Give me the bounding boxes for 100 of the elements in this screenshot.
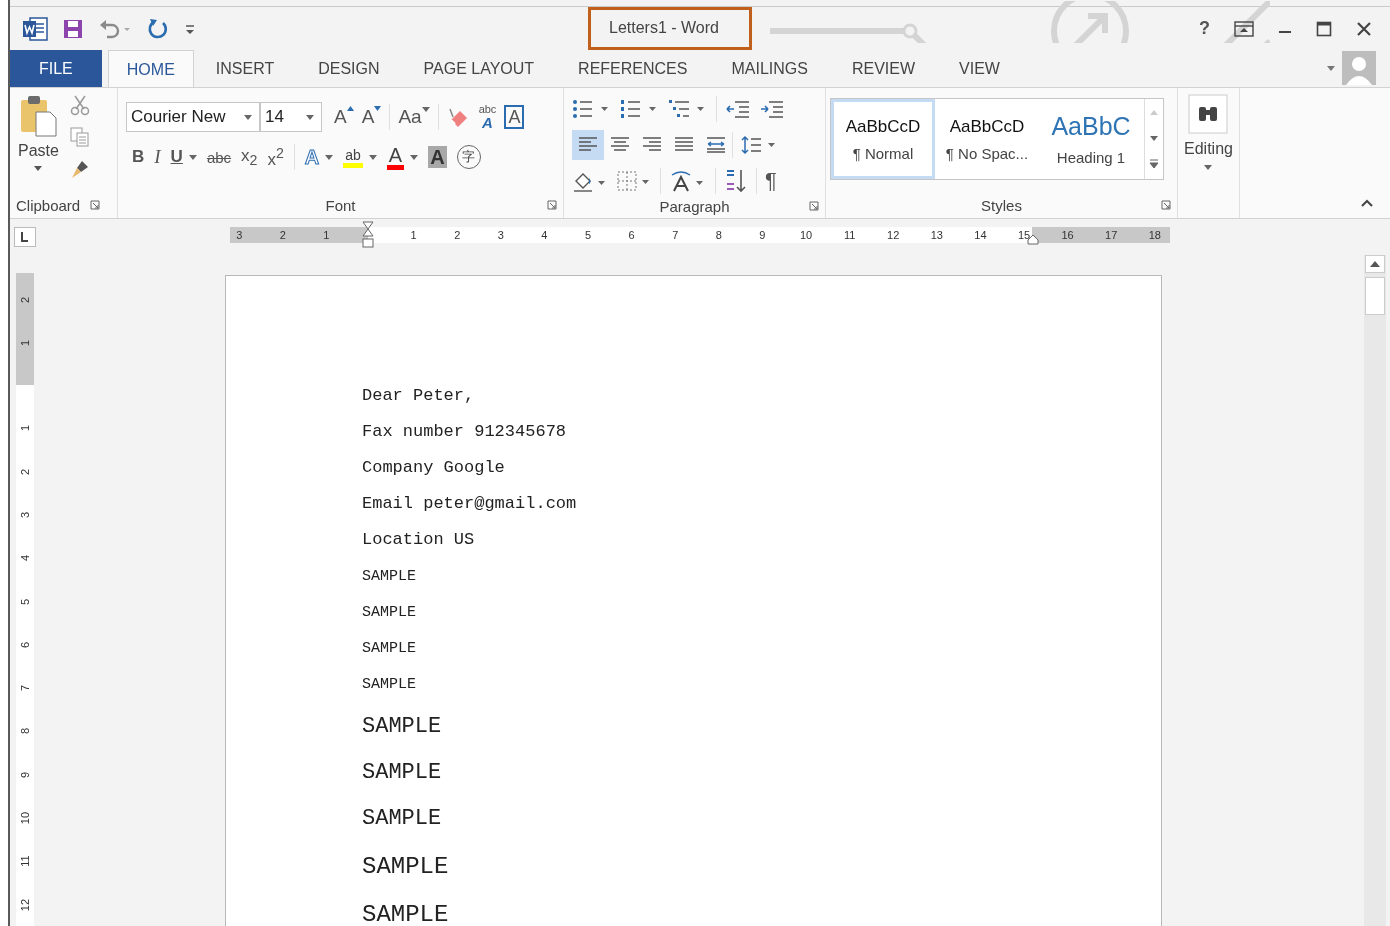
caret-icon <box>1204 164 1213 170</box>
ribbon-tab[interactable]: DESIGN <box>296 50 402 87</box>
scroll-up-icon[interactable] <box>1365 255 1385 273</box>
ruler-number: 5 <box>584 228 592 243</box>
ruler-number: 4 <box>541 228 548 243</box>
grow-font-button[interactable]: A <box>334 106 354 128</box>
collapse-ribbon-icon[interactable] <box>1360 198 1374 208</box>
ruler-number: 8 <box>19 727 31 737</box>
ruler-number: 7 <box>19 684 31 694</box>
change-case-button[interactable]: Aa <box>398 106 430 128</box>
align-justify-icon <box>673 136 695 154</box>
ruler-number: 6 <box>19 640 31 650</box>
document-line: Company Google <box>362 458 506 478</box>
style-item[interactable]: AaBbCcD ¶ Normal <box>831 99 935 179</box>
paste-icon <box>18 94 59 138</box>
ribbon-tab[interactable]: REFERENCES <box>556 50 710 87</box>
format-button[interactable]: x$_{2}$ <box>241 145 258 169</box>
indent-marker-icon[interactable] <box>362 221 374 251</box>
font-color-button[interactable]: A <box>386 144 419 170</box>
increase-indent-icon[interactable] <box>759 99 785 119</box>
help-button[interactable]: ? <box>1199 18 1210 39</box>
dialog-launcher-icon[interactable] <box>547 200 557 210</box>
caret-icon[interactable] <box>1326 64 1336 72</box>
phonetic-guide-button[interactable]: abc A <box>478 104 497 130</box>
text-effects-button[interactable]: A <box>304 146 334 168</box>
show-formatting-marks-button[interactable]: ¶ <box>765 168 777 194</box>
document-line: SAMPLE <box>362 604 417 622</box>
line-spacing-icon[interactable] <box>741 134 777 156</box>
borders-icon[interactable] <box>616 170 652 192</box>
document-line: Email peter@gmail.com <box>362 494 578 514</box>
word-logo-icon[interactable] <box>22 16 48 41</box>
highlight-button[interactable]: ab <box>343 146 377 168</box>
ruler-number: 12 <box>887 228 900 243</box>
sort-icon[interactable] <box>724 168 748 194</box>
font-size-field[interactable]: 14 <box>260 102 322 132</box>
align-left-button[interactable] <box>572 130 604 160</box>
document-line: SAMPLE <box>362 902 450 926</box>
save-icon[interactable] <box>62 17 84 40</box>
align-center-icon <box>609 136 631 154</box>
document-line: SAMPLE <box>362 760 443 786</box>
format-button[interactable]: abc <box>206 148 232 166</box>
format-button[interactable]: B <box>132 147 145 167</box>
close-icon[interactable] <box>1356 20 1372 37</box>
dialog-launcher-icon[interactable] <box>90 200 101 210</box>
ruler-number: 9 <box>19 770 31 780</box>
dialog-launcher-icon[interactable] <box>1161 200 1171 210</box>
dialog-launcher-icon[interactable] <box>809 201 819 211</box>
ribbon-tab[interactable]: PAGE LAYOUT <box>401 50 557 87</box>
undo-icon[interactable] <box>98 17 132 40</box>
ruler-number: 3 <box>497 228 504 243</box>
decrease-indent-icon[interactable] <box>725 99 751 119</box>
binoculars-icon <box>1188 94 1229 134</box>
group-label: Paragraph <box>659 197 730 215</box>
ribbon-tab[interactable]: VIEW <box>937 50 1022 87</box>
character-shading-button[interactable]: A <box>428 146 447 168</box>
ruler-number: 11 <box>843 228 856 243</box>
up-triangle-icon <box>346 106 354 111</box>
document-line: SAMPLE <box>362 854 450 880</box>
scrollbar-thumb[interactable] <box>1365 277 1385 315</box>
ruler-number: 16 <box>1061 228 1074 243</box>
document-line: SAMPLE <box>362 568 417 586</box>
document-line: Fax number 912345678 <box>362 422 568 442</box>
vertical-scrollbar[interactable] <box>1364 255 1386 926</box>
cut-icon[interactable] <box>68 94 91 116</box>
format-button[interactable]: U <box>170 147 197 167</box>
ruler-number: 13 <box>930 228 943 243</box>
format-button[interactable]: I <box>154 146 161 168</box>
ribbon-tab[interactable]: INSERT <box>193 50 297 87</box>
align-right-icon <box>641 136 663 154</box>
paste-button[interactable]: Paste <box>14 92 63 192</box>
ruler-number: 4 <box>19 554 31 564</box>
ruler-number: 1 <box>19 338 31 348</box>
ruler-number: 2 <box>454 228 461 243</box>
ruler-number: 2 <box>19 467 31 477</box>
character-border-button[interactable]: A <box>504 105 525 129</box>
caret-icon <box>305 113 315 121</box>
ruler-number: 6 <box>628 228 635 243</box>
style-item[interactable]: AaBbCcD ¶ No Spac... <box>935 99 1039 179</box>
font-name-field[interactable]: Courier New <box>126 102 260 132</box>
caret-icon <box>33 164 44 172</box>
ribbon-tab[interactable]: FILE <box>10 50 102 87</box>
format-button[interactable]: x$^{2}$ <box>267 144 284 170</box>
align-distributed-icon <box>705 136 727 154</box>
align-left-icon <box>577 136 599 154</box>
shrink-font-button[interactable]: A <box>361 106 382 128</box>
tab-selector-icon[interactable] <box>14 227 36 247</box>
ruler-number: 9 <box>759 228 766 243</box>
style-item[interactable]: AaBbC Heading 1 <box>1039 99 1143 179</box>
ribbon-display-options-icon[interactable] <box>1234 20 1254 37</box>
maximize-icon[interactable] <box>1316 20 1332 37</box>
document-line: Dear Peter, <box>362 386 476 406</box>
ruler-number: 15 <box>1017 228 1031 243</box>
ribbon-tab[interactable]: MAILINGS <box>709 50 830 87</box>
ruler-number: 17 <box>1105 228 1118 243</box>
ruler-number: 3 <box>236 228 243 243</box>
redo-icon[interactable] <box>146 16 170 41</box>
ribbon-tab[interactable]: HOME <box>107 50 194 88</box>
editing-button[interactable]: Editing <box>1184 92 1233 170</box>
group-label: Styles <box>981 196 1022 214</box>
ribbon-tab[interactable]: REVIEW <box>829 50 938 87</box>
